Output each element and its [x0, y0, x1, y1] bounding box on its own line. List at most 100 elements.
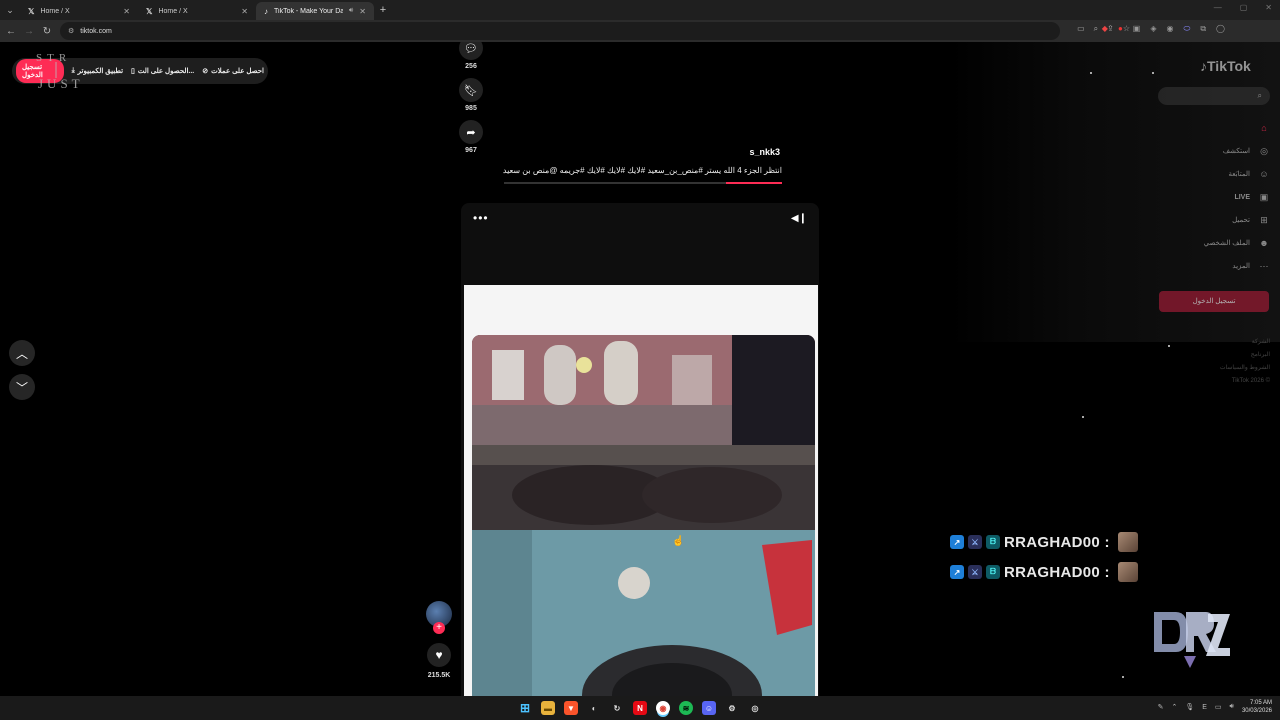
comment-button[interactable]: 💬︎: [459, 42, 483, 60]
maximize-icon[interactable]: ▢: [1240, 3, 1248, 12]
nav-home[interactable]: ⌂: [1150, 120, 1270, 136]
extension-icon[interactable]: ▣: [1133, 24, 1141, 34]
get-coins-button[interactable]: ⊘ احصل على عملات: [202, 67, 264, 75]
nav-live[interactable]: LIVE ▣: [1150, 189, 1270, 205]
extensions-menu-icon[interactable]: ⧉: [1200, 24, 1206, 34]
profile-icon: ☻: [1259, 238, 1269, 248]
next-video-button[interactable]: ﹀: [9, 374, 35, 400]
video-progress-bar[interactable]: [504, 182, 782, 184]
video-progress-fill: [726, 182, 782, 184]
volume-icon[interactable]: ◀❙: [791, 213, 807, 224]
extension-icon[interactable]: ◉: [1167, 24, 1174, 34]
video-player[interactable]: ••• ◀❙: [461, 203, 819, 696]
tab-title: Home / X: [158, 7, 188, 15]
language-indicator[interactable]: E: [1202, 704, 1207, 711]
home-icon: ⌂: [1261, 123, 1267, 133]
badge-icon: ↗: [950, 565, 964, 579]
chevron-up-icon: ︿: [15, 346, 28, 361]
badge-icon: ᗷ: [986, 535, 1000, 549]
comment-count: 256: [465, 63, 477, 70]
address-bar[interactable]: ⚙ tiktok.com: [60, 22, 1060, 40]
footer-link[interactable]: الشركة: [1210, 336, 1270, 349]
close-window-icon[interactable]: ✕: [1265, 3, 1272, 12]
windows-start-icon[interactable]: ⊞: [518, 701, 532, 715]
footer-link[interactable]: البرنامج: [1210, 349, 1270, 362]
reload-icon[interactable]: ↻: [38, 26, 56, 37]
footer-link[interactable]: الشروط والسياسات: [1210, 362, 1270, 375]
browser-tab[interactable]: 𝕏 Home / X ✕: [20, 2, 138, 20]
tab-search-button[interactable]: ⌄: [0, 0, 20, 20]
mic-icon[interactable]: 🎙︎: [1185, 703, 1194, 711]
save-button[interactable]: 🔖︎: [459, 78, 483, 102]
post-author[interactable]: s_nkk3: [720, 147, 780, 157]
compass-icon: ◎: [1260, 145, 1268, 156]
follow-button[interactable]: +: [433, 622, 445, 634]
back-icon[interactable]: ←: [2, 26, 20, 37]
tiktok-logo[interactable]: ♪TikTok: [1200, 58, 1251, 74]
share-button[interactable]: ➦: [459, 120, 483, 144]
action-column: 💬︎ 256 🔖︎ 985 ➦ 967: [457, 42, 485, 162]
spotify-icon[interactable]: ≋: [679, 701, 693, 715]
nav-label: استكشف: [1222, 148, 1250, 155]
nav-explore[interactable]: استكشف ◎: [1150, 143, 1270, 159]
get-app-button[interactable]: ▯ الحصول على الت...: [131, 67, 194, 75]
profile-icon[interactable]: ◯: [1216, 24, 1225, 34]
close-icon[interactable]: ✕: [123, 7, 130, 16]
phone-icon: ▯: [131, 68, 135, 75]
more-options-icon[interactable]: •••: [473, 211, 489, 225]
share-arrow-icon: ➦: [466, 126, 476, 139]
extension-icon[interactable]: ◆: [1102, 24, 1108, 34]
minimize-icon[interactable]: —: [1214, 3, 1222, 12]
extension-icon[interactable]: ●: [1118, 24, 1123, 34]
x-logo-icon: 𝕏: [146, 6, 153, 16]
zoom-icon[interactable]: ⌕: [1094, 24, 1098, 34]
file-explorer-icon[interactable]: ▬: [541, 701, 555, 715]
brave-browser-icon[interactable]: ▼: [564, 701, 578, 715]
netflix-icon[interactable]: N: [633, 701, 647, 715]
sparkle: [1122, 676, 1124, 678]
extension-icon[interactable]: ◈: [1150, 24, 1156, 34]
forward-icon[interactable]: →: [20, 26, 38, 37]
cast-icon[interactable]: ▭: [1077, 24, 1085, 34]
chrome-icon[interactable]: ◉: [656, 701, 670, 715]
x-logo-icon: 𝕏: [28, 6, 35, 16]
volume-icon[interactable]: 🔊︎: [1230, 703, 1234, 711]
browser-tab-active[interactable]: ♪ TikTok - Make Your Day 🔊︎ ✕: [256, 2, 374, 20]
previous-video-button[interactable]: ︿: [9, 340, 35, 366]
windows-taskbar: ⊞ ▬ ▼ ◐ ↻ N ◉ ≋ ☺ ⚙ ◎ ✎ ⌃ 🎙︎ E ▭ 🔊︎ 7:05…: [0, 696, 1280, 720]
close-icon[interactable]: ✕: [359, 7, 366, 16]
chevron-up-icon[interactable]: ⌃: [1171, 703, 1177, 711]
nav-upload[interactable]: تحميل ⊞: [1150, 212, 1270, 228]
tab-title: TikTok - Make Your Day: [274, 7, 343, 15]
new-tab-button[interactable]: +: [374, 4, 392, 16]
close-icon[interactable]: ✕: [241, 7, 248, 16]
chat-message: ↗ ⚔ ᗷ RRAGHAD00 :: [950, 532, 1138, 552]
nav-label: المتابَعة: [1228, 171, 1250, 178]
app-icon[interactable]: ↻: [610, 701, 624, 715]
svg-text:STR: STR: [36, 52, 71, 64]
stream-chat-overlay: ↗ ⚔ ᗷ RRAGHAD00 : ↗ ⚔ ᗷ RRAGHAD00 :: [950, 532, 1138, 582]
sparkle: [1090, 72, 1092, 74]
nav-following[interactable]: المتابَعة ☺: [1150, 166, 1270, 182]
browser-toolbar: ← → ↻ ⚙ tiktok.com ▭ ⌕ ⇪ ☆ ◆ ● ▣ ◈ ◉ ⬭ ⧉…: [0, 20, 1280, 42]
obs-icon[interactable]: ◎: [748, 701, 762, 715]
url-text: tiktok.com: [80, 27, 112, 35]
clock[interactable]: 7:05 AM 30/03/2026: [1242, 699, 1272, 715]
nav-profile[interactable]: الملف الشخصي ☻: [1150, 235, 1270, 251]
steam-icon[interactable]: ⚙: [725, 701, 739, 715]
browser-tab[interactable]: 𝕏 Home / X ✕: [138, 2, 256, 20]
network-icon[interactable]: ▭: [1215, 703, 1222, 711]
post-caption: انتظر الجزء 4 الله يستر #منص_بن_سعيد #لا…: [502, 166, 782, 175]
video-scene: [472, 335, 815, 696]
like-button[interactable]: ♥: [427, 643, 451, 667]
pen-icon[interactable]: ✎: [1158, 703, 1164, 711]
nav-label: المزيد: [1232, 263, 1250, 270]
nav-more[interactable]: المزيد ⋯: [1150, 258, 1270, 274]
search-input[interactable]: ⌕: [1158, 87, 1270, 105]
app-icon[interactable]: ◐: [587, 701, 601, 715]
extension-icon[interactable]: ⬭: [1183, 24, 1190, 34]
discord-icon[interactable]: ☺: [702, 701, 716, 715]
sidebar-login-button[interactable]: تسجيل الدخول: [1159, 291, 1269, 312]
speaker-icon[interactable]: 🔊︎: [349, 7, 353, 15]
site-info-icon[interactable]: ⚙: [68, 27, 74, 35]
